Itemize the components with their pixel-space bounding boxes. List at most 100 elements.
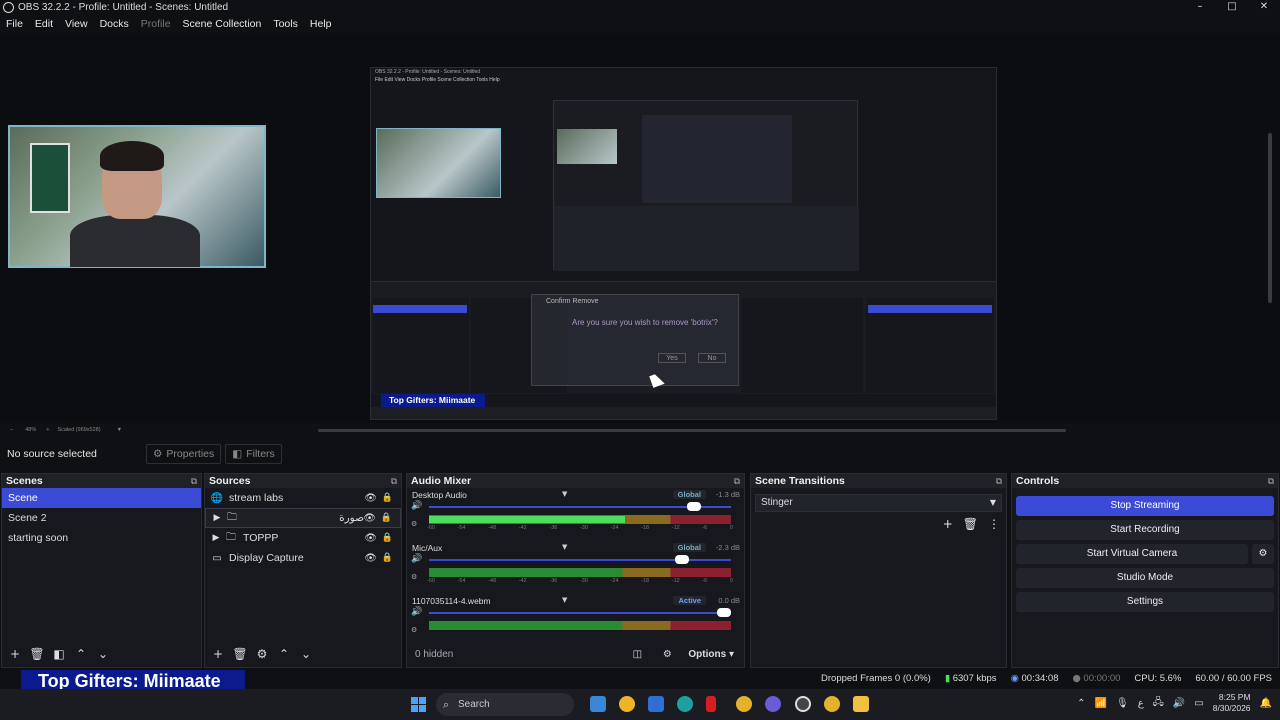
channel-dropdown-icon[interactable]: ▼ xyxy=(562,490,567,498)
task-view-icon[interactable] xyxy=(590,696,606,712)
source-item-stream-labs[interactable]: 🌐 stream labs 👁 🔒 xyxy=(205,488,401,508)
edge-icon[interactable] xyxy=(677,696,693,712)
wifi-icon[interactable]: 📶 xyxy=(1095,698,1107,709)
transition-menu-button[interactable]: ⋮ xyxy=(988,517,1000,531)
source-properties-button[interactable]: ⚙ xyxy=(253,647,271,661)
zoom-in-button[interactable]: + xyxy=(46,427,49,433)
volume-slider-knob[interactable] xyxy=(674,555,689,564)
start-recording-button[interactable]: Start Recording xyxy=(1016,520,1274,540)
advanced-audio-icon[interactable]: ⚙ xyxy=(658,649,676,660)
menu-file[interactable]: File xyxy=(0,18,29,30)
remove-scene-button[interactable]: 🗑 xyxy=(28,647,46,661)
expand-icon[interactable]: ▶ xyxy=(211,513,223,523)
preview-vertical-scrollbar[interactable] xyxy=(1268,133,1272,303)
channel-settings-icon[interactable]: ⚙ xyxy=(411,573,417,581)
undock-icon[interactable]: ⧉ xyxy=(391,475,397,489)
language-indicator[interactable]: ع xyxy=(1138,698,1144,709)
zoom-out-button[interactable]: − xyxy=(10,427,13,433)
move-down-button[interactable]: ⌄ xyxy=(297,647,315,661)
lock-icon[interactable]: 🔒 xyxy=(382,493,393,503)
stop-streaming-button[interactable]: Stop Streaming xyxy=(1016,496,1274,516)
taskbar-search[interactable]: ⌕ Search xyxy=(436,693,574,716)
undock-icon[interactable]: ⧉ xyxy=(191,475,197,489)
move-up-button[interactable]: ⌃ xyxy=(275,647,293,661)
remove-transition-button[interactable]: 🗑 xyxy=(963,517,978,531)
undock-icon[interactable]: ⧉ xyxy=(1268,475,1274,489)
undock-icon[interactable]: ⧉ xyxy=(996,475,1002,489)
volume-slider-knob[interactable] xyxy=(717,608,731,617)
menu-scene-collection[interactable]: Scene Collection xyxy=(177,18,268,30)
mic-icon[interactable]: 🎙 xyxy=(1116,698,1129,709)
scene-item-scene-2[interactable]: Scene 2 xyxy=(2,508,201,528)
source-item-group[interactable]: ▶ 🗀 صورة 👁 🔒 xyxy=(205,508,401,528)
undock-icon[interactable]: ⧉ xyxy=(734,475,740,489)
volume-icon[interactable]: 🔊 xyxy=(1173,698,1185,709)
obs-taskbar-icon[interactable] xyxy=(795,696,811,712)
channel-settings-icon[interactable]: ⚙ xyxy=(411,520,417,528)
file-explorer-icon[interactable] xyxy=(853,696,869,712)
menu-profile[interactable]: Profile xyxy=(135,18,177,30)
minimize-button[interactable]: – xyxy=(1184,0,1216,15)
chevron-up-icon[interactable]: ⌃ xyxy=(1077,698,1085,709)
close-button[interactable]: ✕ xyxy=(1248,0,1280,15)
transition-select[interactable]: Stinger ▼ xyxy=(755,494,1002,512)
speaker-icon[interactable]: 🔊 xyxy=(411,554,422,564)
lock-icon[interactable]: 🔒 xyxy=(382,533,393,543)
clock[interactable]: 8:25 PM 8/30/2026 xyxy=(1213,692,1251,714)
eye-icon[interactable]: 👁 xyxy=(364,553,377,564)
notification-icon[interactable]: 🔔 xyxy=(1260,698,1272,709)
menu-view[interactable]: View xyxy=(59,18,94,30)
eye-icon[interactable]: 👁 xyxy=(363,513,376,524)
sources-footer: + 🗑 ⚙ ⌃ ⌄ xyxy=(205,643,401,665)
menu-help[interactable]: Help xyxy=(304,18,338,30)
lock-icon[interactable]: 🔒 xyxy=(382,553,393,563)
speaker-icon[interactable]: 🔊 xyxy=(411,501,422,511)
filters-button[interactable]: ◧ Filters xyxy=(225,444,282,464)
chrome-icon[interactable] xyxy=(736,696,752,712)
add-source-button[interactable]: + xyxy=(209,647,227,661)
move-down-button[interactable]: ⌄ xyxy=(94,647,112,661)
scene-filters-button[interactable]: ◧ xyxy=(50,647,68,661)
store-icon[interactable] xyxy=(648,696,664,712)
preview-horizontal-scrollbar[interactable] xyxy=(318,429,1066,432)
settings-button[interactable]: Settings xyxy=(1016,592,1274,612)
channel-settings-icon[interactable]: ⚙ xyxy=(411,626,417,634)
lock-icon[interactable]: 🔒 xyxy=(381,513,392,523)
speaker-icon[interactable]: 🔊 xyxy=(411,607,422,617)
menu-tools[interactable]: Tools xyxy=(267,18,304,30)
volume-slider-track[interactable] xyxy=(429,506,731,508)
windows-start-icon[interactable] xyxy=(411,697,426,712)
source-toolbar: No source selected ⚙ Properties ◧ Filters xyxy=(0,443,1280,465)
virtual-camera-settings-icon[interactable]: ⚙ xyxy=(1252,544,1274,564)
scene-item-starting-soon[interactable]: starting soon xyxy=(2,528,201,548)
netflix-icon[interactable] xyxy=(706,696,716,712)
zoom-dropdown-icon[interactable]: ▼ xyxy=(117,427,122,433)
start-virtual-camera-button[interactable]: Start Virtual Camera xyxy=(1016,544,1248,564)
studio-mode-button[interactable]: Studio Mode xyxy=(1016,568,1274,588)
remove-source-button[interactable]: 🗑 xyxy=(231,647,249,661)
source-item-toppp[interactable]: ▶ 🗀 TOPPP 👁 🔒 xyxy=(205,528,401,548)
battery-icon[interactable]: ▭ xyxy=(1194,698,1203,709)
discord-icon[interactable] xyxy=(765,696,781,712)
layout-toggle-icon[interactable]: ◫ xyxy=(628,649,646,660)
options-button[interactable]: Options ▾ xyxy=(688,649,734,660)
maximize-button[interactable]: □ xyxy=(1216,0,1248,15)
network-icon[interactable]: 🖧 xyxy=(1153,695,1164,712)
chrome-alt-icon[interactable] xyxy=(824,696,840,712)
channel-dropdown-icon[interactable]: ▼ xyxy=(562,543,567,551)
add-scene-button[interactable]: + xyxy=(6,647,24,661)
move-up-button[interactable]: ⌃ xyxy=(72,647,90,661)
source-item-display-capture[interactable]: ▭ Display Capture 👁 🔒 xyxy=(205,548,401,568)
properties-button[interactable]: ⚙ Properties xyxy=(146,444,222,464)
volume-slider-track[interactable] xyxy=(429,612,731,614)
eye-icon[interactable]: 👁 xyxy=(364,533,377,544)
scene-item-scene[interactable]: Scene xyxy=(2,488,201,508)
menu-docks[interactable]: Docks xyxy=(94,18,135,30)
menu-edit[interactable]: Edit xyxy=(29,18,59,30)
volume-slider-knob[interactable] xyxy=(686,502,701,511)
expand-icon[interactable]: ▶ xyxy=(210,533,222,543)
add-transition-button[interactable]: + xyxy=(943,517,953,531)
app-icon[interactable] xyxy=(619,696,635,712)
eye-icon[interactable]: 👁 xyxy=(364,493,377,504)
channel-dropdown-icon[interactable]: ▼ xyxy=(562,596,567,604)
